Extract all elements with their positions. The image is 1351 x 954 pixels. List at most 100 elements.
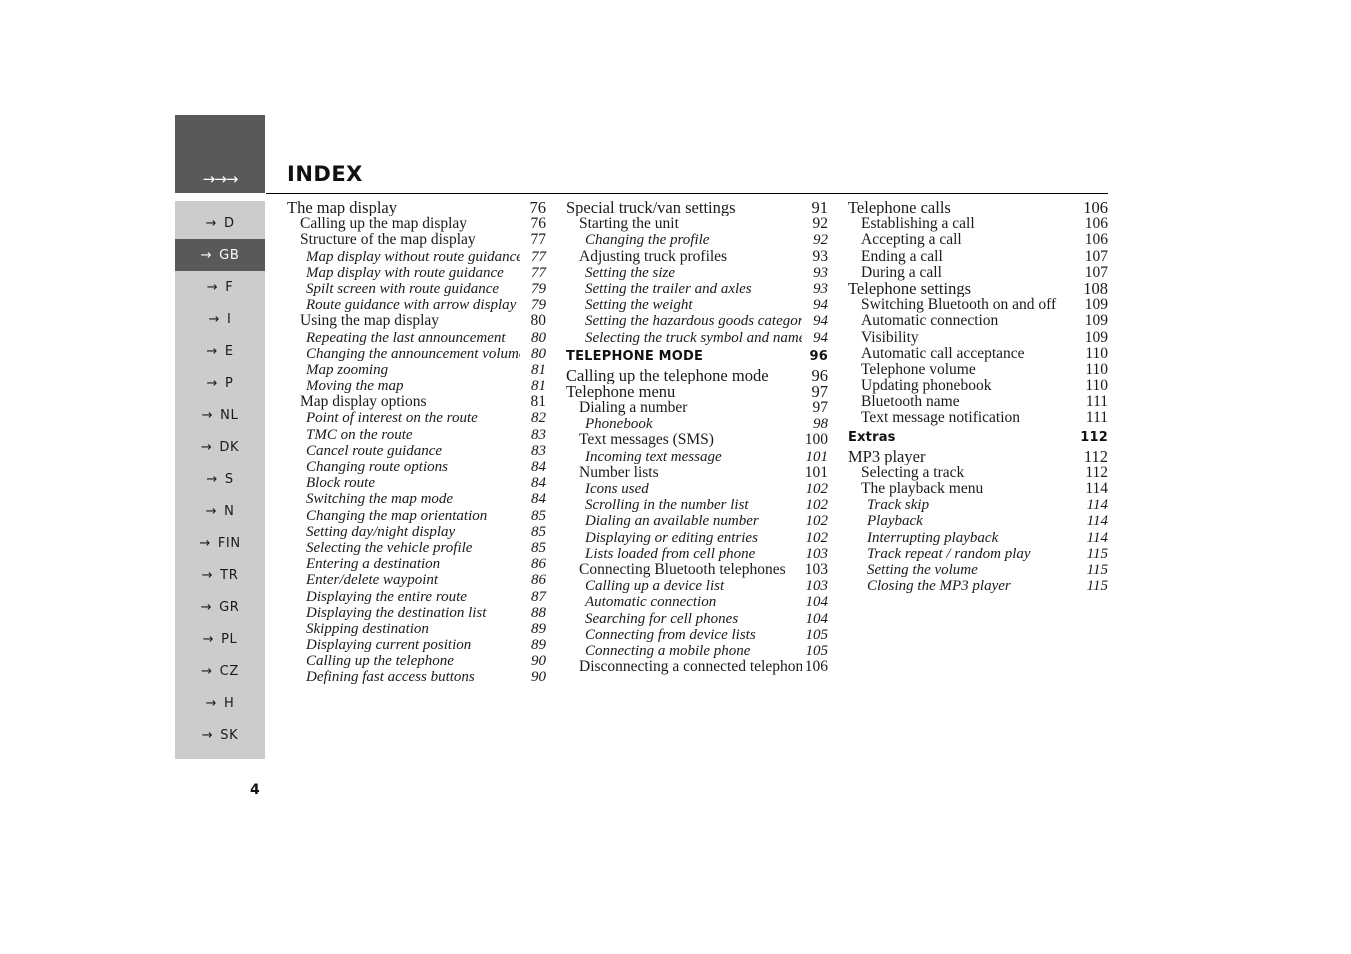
index-entry[interactable]: Telephone calls 106 bbox=[848, 199, 1108, 216]
index-entry[interactable]: Telephone settings 108 bbox=[848, 280, 1108, 297]
language-item-sk[interactable]: → SK bbox=[175, 719, 265, 751]
index-entry[interactable]: Phonebook 98 bbox=[566, 416, 828, 432]
language-item-p[interactable]: → P bbox=[175, 367, 265, 399]
index-entry[interactable]: Calling up the telephone mode 96 bbox=[566, 367, 828, 384]
index-entry[interactable]: Telephone menu 97 bbox=[566, 383, 828, 400]
index-entry[interactable]: Text message notification 111 bbox=[848, 410, 1108, 426]
index-entry[interactable]: Icons used 102 bbox=[566, 481, 828, 497]
index-entry[interactable]: Enter/delete waypoint 86 bbox=[287, 572, 546, 588]
index-entry[interactable]: Ending a call 107 bbox=[848, 248, 1108, 265]
index-entry[interactable]: Accepting a call 106 bbox=[848, 232, 1108, 248]
language-item-f[interactable]: → F bbox=[175, 271, 265, 303]
index-entry[interactable]: Route guidance with arrow display 79 bbox=[287, 297, 546, 313]
index-chapter-entry[interactable]: TELEPHONE MODE 96 bbox=[566, 346, 828, 368]
index-entry[interactable]: Setting the size 93 bbox=[566, 265, 828, 281]
index-entry[interactable]: Automatic connection 109 bbox=[848, 313, 1108, 329]
index-entry[interactable]: Switching the map mode 84 bbox=[287, 491, 546, 507]
index-entry[interactable]: Point of interest on the route 82 bbox=[287, 410, 546, 426]
language-item-fin[interactable]: → FIN bbox=[175, 527, 265, 559]
index-entry[interactable]: Repeating the last announcement 80 bbox=[287, 330, 546, 346]
index-entry[interactable]: Visibility 109 bbox=[848, 329, 1108, 346]
index-entry[interactable]: Displaying or editing entries 102 bbox=[566, 530, 828, 546]
index-entry[interactable]: Map zooming 81 bbox=[287, 362, 546, 378]
language-item-n[interactable]: → N bbox=[175, 495, 265, 527]
index-entry[interactable]: Structure of the map display 77 bbox=[287, 232, 546, 248]
index-entry[interactable]: Map display without route guidance 77 bbox=[287, 249, 546, 265]
index-entry[interactable]: Bluetooth name 111 bbox=[848, 394, 1108, 410]
index-entry[interactable]: Block route 84 bbox=[287, 475, 546, 491]
index-entry[interactable]: Starting the unit 92 bbox=[566, 215, 828, 232]
index-entry[interactable]: Changing the map orientation 85 bbox=[287, 508, 546, 524]
index-entry[interactable]: Number lists 101 bbox=[566, 464, 828, 481]
index-entry[interactable]: Using the map display 80 bbox=[287, 313, 546, 329]
index-entry[interactable]: During a call 107 bbox=[848, 264, 1108, 281]
index-entry[interactable]: Changing the announcement volume 80 bbox=[287, 346, 546, 362]
index-entry[interactable]: Connecting a mobile phone 105 bbox=[566, 643, 828, 659]
index-entry[interactable]: Track skip 114 bbox=[848, 497, 1108, 513]
index-entry[interactable]: Displaying the destination list 88 bbox=[287, 605, 546, 621]
index-entry[interactable]: Automatic connection 104 bbox=[566, 594, 828, 610]
index-entry[interactable]: Changing the profile 92 bbox=[566, 232, 828, 248]
language-item-e[interactable]: → E bbox=[175, 335, 265, 367]
index-entry[interactable]: Skipping destination 89 bbox=[287, 621, 546, 637]
language-item-s[interactable]: → S bbox=[175, 463, 265, 495]
index-entry[interactable]: Calling up the telephone 90 bbox=[287, 653, 546, 669]
index-entry[interactable]: Adjusting truck profiles 93 bbox=[566, 248, 828, 265]
index-entry[interactable]: Connecting from device lists 105 bbox=[566, 627, 828, 643]
index-entry[interactable]: Changing route options 84 bbox=[287, 459, 546, 475]
index-chapter-entry[interactable]: Extras 112 bbox=[848, 427, 1108, 449]
index-entry[interactable]: Dialing a number 97 bbox=[566, 399, 828, 416]
index-entry[interactable]: Setting the volume 115 bbox=[848, 562, 1108, 578]
index-entry[interactable]: Scrolling in the number list 102 bbox=[566, 497, 828, 513]
index-entry[interactable]: Automatic call acceptance 110 bbox=[848, 345, 1108, 362]
language-item-gb[interactable]: → GB bbox=[175, 239, 265, 271]
index-entry[interactable]: Closing the MP3 player 115 bbox=[848, 578, 1108, 594]
language-item-dk[interactable]: → DK bbox=[175, 431, 265, 463]
language-item-nl[interactable]: → NL bbox=[175, 399, 265, 431]
index-entry[interactable]: TMC on the route 83 bbox=[287, 427, 546, 443]
index-entry[interactable]: Setting the weight 94 bbox=[566, 297, 828, 313]
language-item-d[interactable]: → D bbox=[175, 207, 265, 239]
index-entry[interactable]: The map display 76 bbox=[287, 199, 546, 216]
index-entry[interactable]: Lists loaded from cell phone 103 bbox=[566, 546, 828, 562]
index-entry[interactable]: The playback menu 114 bbox=[848, 480, 1108, 497]
language-item-gr[interactable]: → GR bbox=[175, 591, 265, 623]
index-entry[interactable]: Updating phonebook 110 bbox=[848, 377, 1108, 394]
index-entry[interactable]: Setting day/night display 85 bbox=[287, 524, 546, 540]
index-entry[interactable]: Selecting the truck symbol and name 94 bbox=[566, 330, 828, 346]
index-entry[interactable]: Interrupting playback 114 bbox=[848, 530, 1108, 546]
index-entry[interactable]: Map display options 81 bbox=[287, 394, 546, 410]
index-entry[interactable]: Searching for cell phones 104 bbox=[566, 611, 828, 627]
index-entry[interactable]: Disconnecting a connected telephone 106 bbox=[566, 658, 828, 675]
index-entry[interactable]: Cancel route guidance 83 bbox=[287, 443, 546, 459]
index-entry[interactable]: Spilt screen with route guidance 79 bbox=[287, 281, 546, 297]
index-entry[interactable]: Map display with route guidance 77 bbox=[287, 265, 546, 281]
index-entry[interactable]: Entering a destination 86 bbox=[287, 556, 546, 572]
index-entry[interactable]: Calling up the map display 76 bbox=[287, 215, 546, 232]
index-entry[interactable]: Selecting the vehicle profile 85 bbox=[287, 540, 546, 556]
index-entry[interactable]: Setting the trailer and axles 93 bbox=[566, 281, 828, 297]
index-entry[interactable]: Displaying the entire route 87 bbox=[287, 589, 546, 605]
index-entry[interactable]: Moving the map 81 bbox=[287, 378, 546, 394]
index-entry[interactable]: Track repeat / random play 115 bbox=[848, 546, 1108, 562]
index-entry[interactable]: Setting the hazardous goods category 94 bbox=[566, 313, 828, 329]
index-entry[interactable]: Incoming text message 101 bbox=[566, 449, 828, 465]
language-item-tr[interactable]: → TR bbox=[175, 559, 265, 591]
index-entry[interactable]: Selecting a track 112 bbox=[848, 464, 1108, 481]
language-item-cz[interactable]: → CZ bbox=[175, 655, 265, 687]
index-entry[interactable]: Establishing a call 106 bbox=[848, 215, 1108, 232]
index-entry[interactable]: Special truck/van settings 91 bbox=[566, 199, 828, 216]
index-entry[interactable]: Playback 114 bbox=[848, 513, 1108, 529]
language-item-h[interactable]: → H bbox=[175, 687, 265, 719]
index-entry[interactable]: Defining fast access buttons 90 bbox=[287, 669, 546, 685]
index-entry[interactable]: Displaying current position 89 bbox=[287, 637, 546, 653]
index-entry[interactable]: MP3 player 112 bbox=[848, 448, 1108, 465]
index-entry[interactable]: Text messages (SMS) 100 bbox=[566, 432, 828, 448]
index-entry[interactable]: Telephone volume 110 bbox=[848, 361, 1108, 378]
index-entry[interactable]: Connecting Bluetooth telephones 103 bbox=[566, 561, 828, 578]
language-item-i[interactable]: → I bbox=[175, 303, 265, 335]
language-item-pl[interactable]: → PL bbox=[175, 623, 265, 655]
index-entry[interactable]: Dialing an available number 102 bbox=[566, 513, 828, 529]
index-entry[interactable]: Calling up a device list 103 bbox=[566, 578, 828, 594]
index-entry[interactable]: Switching Bluetooth on and off 109 bbox=[848, 296, 1108, 313]
